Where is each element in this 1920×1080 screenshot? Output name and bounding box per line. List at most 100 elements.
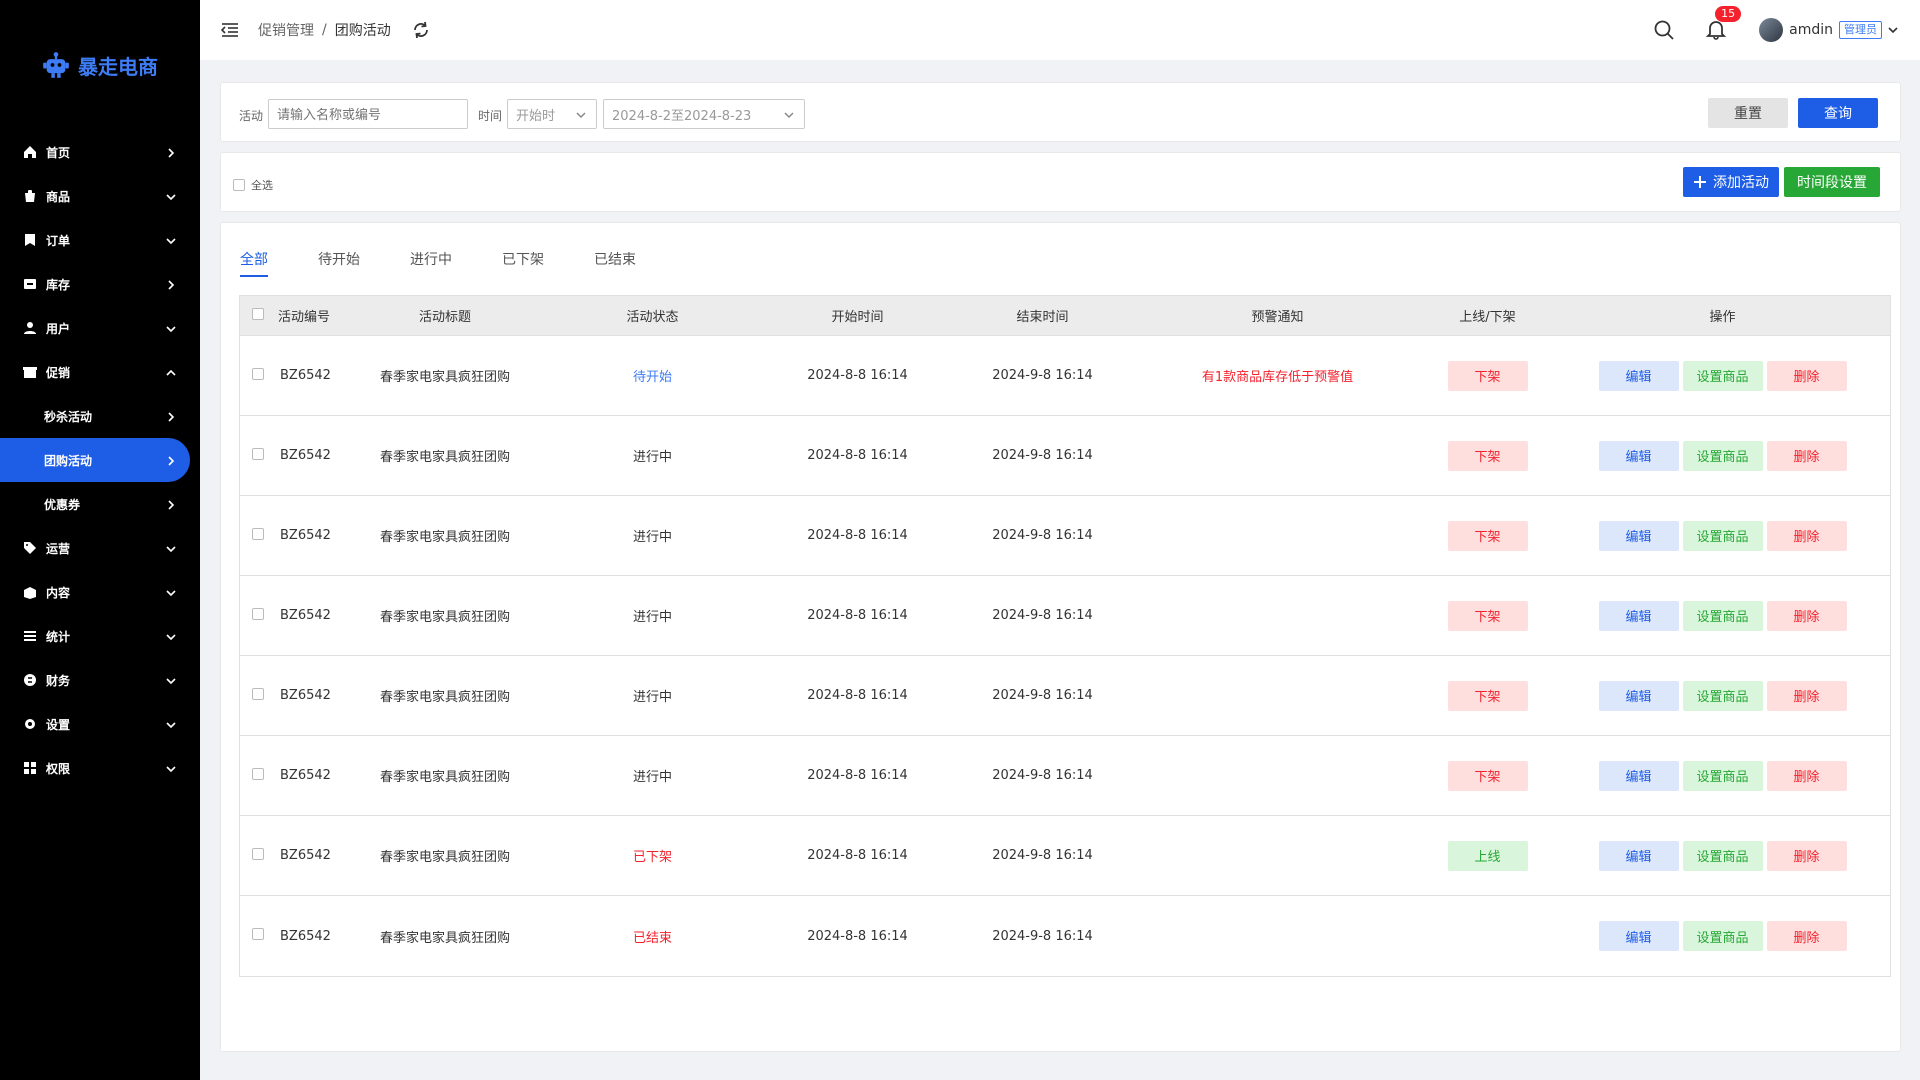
sidebar-item-8[interactable]: 优惠券 (0, 482, 200, 526)
edit-button[interactable]: 编辑 (1598, 600, 1679, 631)
offline-button[interactable]: 下架 (1447, 440, 1528, 471)
sidebar-item-9[interactable]: 运营 (0, 526, 200, 570)
table-body: BZ6542 春季家电家具疯狂团购 待开始 2024-8-8 16:14 2024-9-… (240, 336, 1890, 976)
cell-title: 春季家电家具疯狂团购 (379, 850, 510, 865)
edit-button[interactable]: 编辑 (1598, 680, 1679, 711)
row-checkbox[interactable] (252, 527, 264, 540)
header-checkbox[interactable] (252, 307, 264, 320)
query-button[interactable]: 查询 (1798, 98, 1878, 128)
cell-end: 2024-9-8 16:14 (992, 848, 1093, 863)
sidebar-item-0[interactable]: 首页 (0, 130, 200, 174)
set-goods-button[interactable]: 设置商品 (1682, 840, 1763, 871)
period-setting-button[interactable]: 时间段设置 (1784, 167, 1880, 197)
tab-pending[interactable]: 待开始 (318, 249, 360, 277)
edit-button[interactable]: 编辑 (1598, 360, 1679, 391)
delete-button[interactable]: 删除 (1766, 440, 1847, 471)
tab-all[interactable]: 全部 (240, 249, 268, 277)
cell-online: 下架 (1420, 520, 1555, 551)
select-all-checkbox[interactable]: 全选 (233, 177, 273, 193)
row-checkbox[interactable] (252, 928, 264, 940)
sidebar-item-label: 首页 (46, 145, 71, 160)
brand-logo[interactable]: 暴走电商 (0, 0, 200, 130)
row-checkbox[interactable] (252, 367, 264, 380)
sidebar-item-10[interactable]: 内容 (0, 570, 200, 614)
cell-online: 下架 (1420, 600, 1555, 631)
delete-button[interactable]: 删除 (1766, 360, 1847, 391)
edit-button[interactable]: 编辑 (1598, 760, 1679, 791)
sidebar-item-6[interactable]: 秒杀活动 (0, 394, 200, 438)
sidebar-item-label: 团购活动 (44, 453, 93, 468)
cell-id: BZ6542 (280, 368, 331, 383)
chevron-down-icon (166, 323, 176, 333)
sidebar-item-1[interactable]: 商品 (0, 174, 200, 218)
chevron-down-icon (166, 191, 176, 201)
delete-button[interactable]: 删除 (1766, 840, 1847, 871)
avatar (1759, 18, 1784, 42)
sidebar-item-label: 优惠券 (44, 497, 81, 512)
set-goods-button[interactable]: 设置商品 (1682, 760, 1763, 791)
time-type-select[interactable]: 开始时 (507, 99, 597, 129)
inventory-icon (22, 276, 38, 292)
tab-ongoing[interactable]: 进行中 (410, 249, 452, 277)
edit-button[interactable]: 编辑 (1598, 520, 1679, 551)
row-checkbox[interactable] (252, 847, 264, 860)
delete-button[interactable]: 删除 (1766, 760, 1847, 791)
add-activity-button[interactable]: 添加活动 (1683, 167, 1779, 197)
delete-button[interactable]: 删除 (1766, 921, 1847, 951)
sidebar-item-4[interactable]: 用户 (0, 306, 200, 350)
breadcrumb-item-promotion[interactable]: 促销管理 (258, 20, 314, 40)
user-icon (22, 320, 38, 336)
offline-button[interactable]: 下架 (1447, 760, 1528, 791)
row-checkbox[interactable] (252, 447, 264, 460)
sidebar-item-13[interactable]: 设置 (0, 702, 200, 746)
set-goods-button[interactable]: 设置商品 (1682, 360, 1763, 391)
set-goods-button[interactable]: 设置商品 (1682, 440, 1763, 471)
search-icon[interactable] (1653, 19, 1675, 41)
edit-button[interactable]: 编辑 (1598, 440, 1679, 471)
row-checkbox[interactable] (252, 767, 264, 780)
user-menu[interactable]: amdin 管理员 (1759, 18, 1898, 42)
time-label: 时间 (478, 109, 503, 123)
breadcrumb-item-current: 团购活动 (334, 23, 391, 39)
delete-button[interactable]: 删除 (1766, 600, 1847, 631)
edit-button[interactable]: 编辑 (1598, 921, 1679, 951)
sidebar-item-2[interactable]: 订单 (0, 218, 200, 262)
cell-end: 2024-9-8 16:14 (992, 688, 1093, 703)
notification-button[interactable]: 15 (1705, 6, 1742, 42)
offline-button[interactable]: 下架 (1447, 600, 1528, 631)
tab-offline[interactable]: 已下架 (502, 249, 544, 277)
offline-button[interactable]: 下架 (1447, 360, 1528, 391)
set-goods-button[interactable]: 设置商品 (1682, 520, 1763, 551)
offline-button[interactable]: 下架 (1447, 680, 1528, 711)
cell-id: BZ6542 (280, 848, 331, 863)
refresh-icon[interactable] (411, 20, 431, 40)
row-checkbox[interactable] (252, 687, 264, 700)
cell-ops: 编辑 设置商品 删除 (1555, 840, 1890, 871)
tab-ended[interactable]: 已结束 (594, 249, 636, 277)
offline-button[interactable]: 下架 (1447, 520, 1528, 551)
cell-title: 春季家电家具疯狂团购 (379, 530, 510, 545)
sidebar-item-7[interactable]: 团购活动 (0, 438, 190, 482)
set-goods-button[interactable]: 设置商品 (1682, 680, 1763, 711)
row-checkbox[interactable] (252, 607, 264, 620)
sidebar-item-12[interactable]: 财务 (0, 658, 200, 702)
sidebar-item-11[interactable]: 统计 (0, 614, 200, 658)
online-button[interactable]: 上线 (1447, 840, 1528, 871)
set-goods-button[interactable]: 设置商品 (1682, 600, 1763, 631)
edit-button[interactable]: 编辑 (1598, 840, 1679, 871)
date-range-picker[interactable]: 2024-8-2至2024-8-23 (603, 99, 805, 129)
set-goods-button[interactable]: 设置商品 (1682, 921, 1763, 951)
checkbox[interactable] (233, 179, 245, 191)
activity-search-input[interactable] (268, 99, 468, 129)
sidebar-item-3[interactable]: 库存 (0, 262, 200, 306)
menu-fold-icon[interactable] (220, 20, 240, 40)
sidebar-item-14[interactable]: 权限 (0, 746, 200, 790)
sidebar-item-5[interactable]: 促销 (0, 350, 200, 394)
gear-icon (22, 716, 38, 732)
delete-button[interactable]: 删除 (1766, 680, 1847, 711)
reset-button[interactable]: 重置 (1708, 98, 1788, 128)
delete-button[interactable]: 删除 (1766, 520, 1847, 551)
cell-start: 2024-8-8 16:14 (807, 688, 908, 703)
chevron-down-icon (166, 763, 176, 773)
cell-status: 已结束 (632, 930, 672, 946)
